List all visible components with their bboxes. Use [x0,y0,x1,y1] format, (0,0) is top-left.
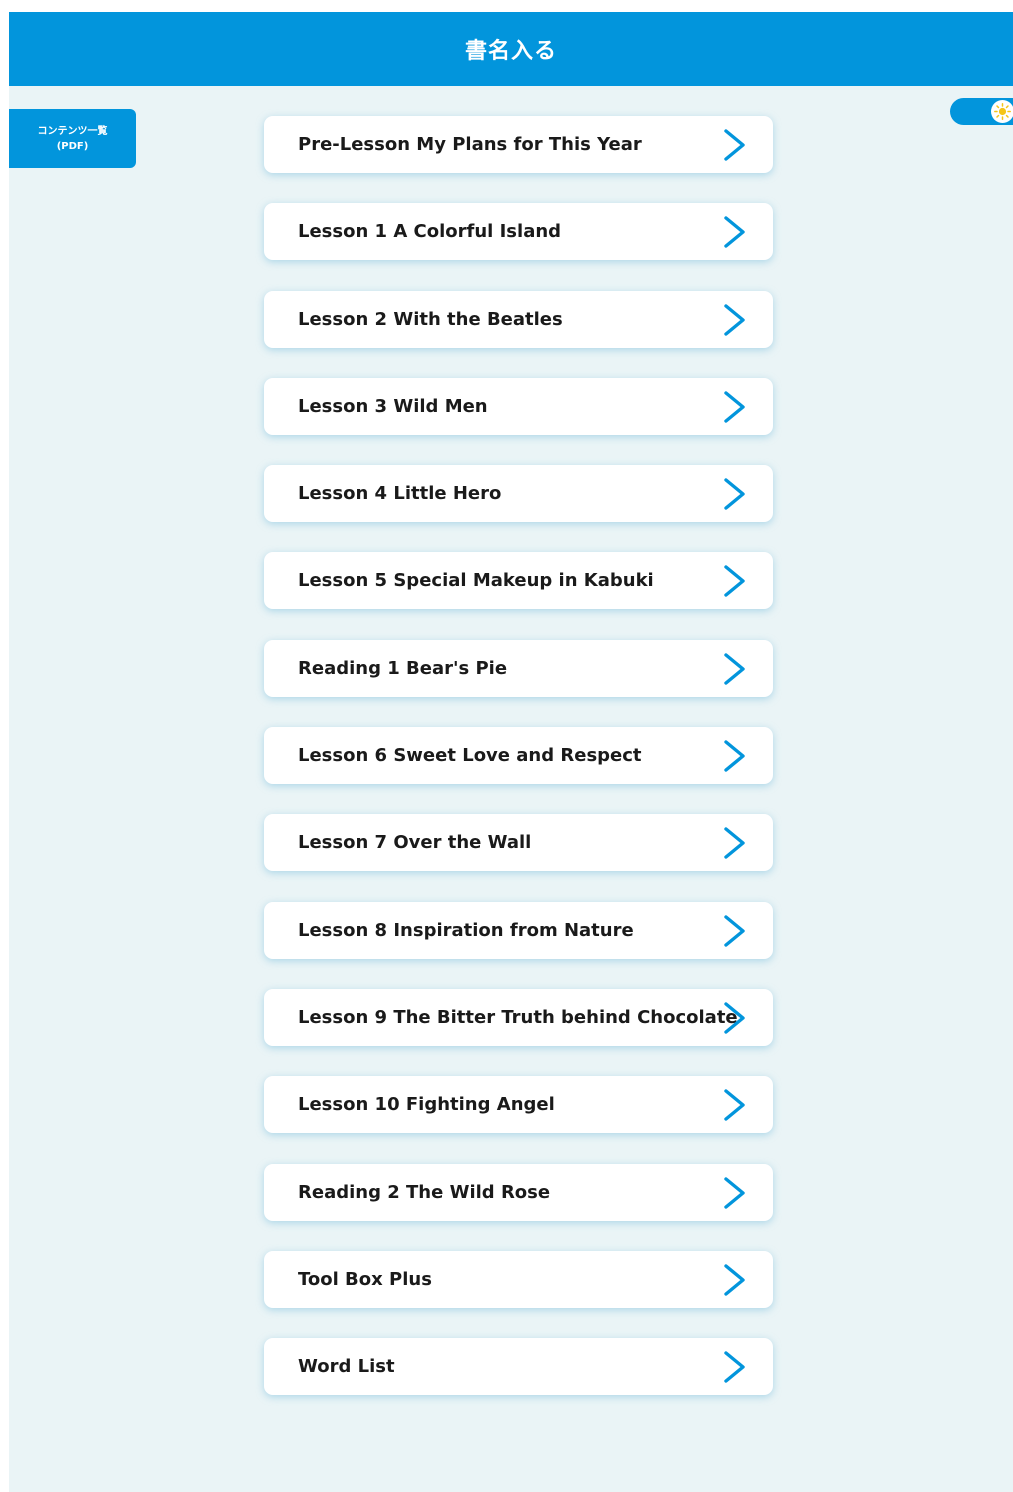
chevron-right-icon [724,1089,745,1121]
lesson-label: Tool Box Plus [298,1268,432,1290]
chevron-right-icon [724,565,745,598]
lesson-label: Lesson 3 Wild Men [298,395,488,417]
app-window: 書名入る コンテンツ一覧 (PDF) Pre-Lesson My Plans f… [9,12,1013,1492]
chevron-right-icon [724,391,745,423]
chevron-right-icon [724,1264,745,1296]
lesson-list: Pre-Lesson My Plans for This Year Lesson … [264,116,773,1425]
lesson-item[interactable]: Lesson 8 Inspiration from Nature [264,901,773,959]
lesson-label: Lesson 10 Fighting Angel [298,1094,555,1116]
chevron-right-icon [724,653,745,685]
contents-pdf-sublabel: (PDF) [56,140,89,152]
lesson-item[interactable]: Lesson 6 Sweet Love and Respect [264,727,773,785]
lesson-label: Lesson 7 Over the Wall [298,832,532,854]
chevron-right-icon [724,1176,745,1209]
contents-pdf-button[interactable]: コンテンツ一覧 (PDF) [9,109,136,168]
lesson-item[interactable]: Reading 1 Bear's Pie [264,639,773,697]
lesson-label: Lesson 5 Special Makeup in Kabuki [298,570,654,592]
chevron-right-icon [724,478,745,510]
lesson-label: Lesson 8 Inspiration from Nature [298,919,634,941]
theme-toggle[interactable] [950,98,1013,125]
lesson-label: Pre-Lesson My Plans for This Year [298,134,642,155]
chevron-right-icon [724,914,745,947]
chevron-right-icon [724,740,745,772]
chevron-right-icon [724,216,745,248]
lesson-label: Word List [298,1356,395,1378]
lesson-item[interactable]: Word List [264,1338,773,1396]
lesson-item[interactable]: Lesson 2 With the Beatles [264,290,773,348]
lesson-item[interactable]: Lesson 9 The Bitter Truth behind Chocola… [264,988,773,1046]
lesson-item[interactable]: Lesson 1 A Colorful Island [264,203,773,261]
lesson-item[interactable]: Lesson 7 Over the Wall [264,814,773,872]
sun-icon [994,103,1011,120]
lesson-item[interactable]: Lesson 4 Little Hero [264,465,773,523]
toggle-knob [991,100,1013,123]
chevron-right-icon [724,1351,745,1383]
lesson-item[interactable]: Pre-Lesson My Plans for This Year [264,116,773,173]
lesson-item[interactable]: Lesson 3 Wild Men [264,377,773,435]
header-bar: 書名入る [9,12,1013,86]
lesson-item[interactable]: Reading 2 The Wild Rose [264,1163,773,1221]
lesson-item[interactable]: Lesson 5 Special Makeup in Kabuki [264,552,773,610]
chevron-right-icon [724,827,745,860]
chevron-right-icon [724,129,745,161]
lesson-item[interactable]: Lesson 10 Fighting Angel [264,1076,773,1134]
lesson-label: Reading 2 The Wild Rose [298,1181,551,1203]
chevron-right-icon [724,303,745,336]
lesson-label: Lesson 2 With the Beatles [298,308,563,330]
chevron-right-icon [724,1002,745,1034]
lesson-item[interactable]: Tool Box Plus [264,1250,773,1308]
lesson-label: Lesson 4 Little Hero [298,483,502,505]
lesson-label: Lesson 1 A Colorful Island [298,221,562,243]
lesson-label: Reading 1 Bear's Pie [298,657,508,679]
lesson-label: Lesson 6 Sweet Love and Respect [298,745,642,767]
lesson-label: Lesson 9 The Bitter Truth behind Chocola… [298,1006,738,1028]
contents-pdf-label: コンテンツ一覧 [37,125,108,137]
page-title: 書名入る [464,39,557,64]
